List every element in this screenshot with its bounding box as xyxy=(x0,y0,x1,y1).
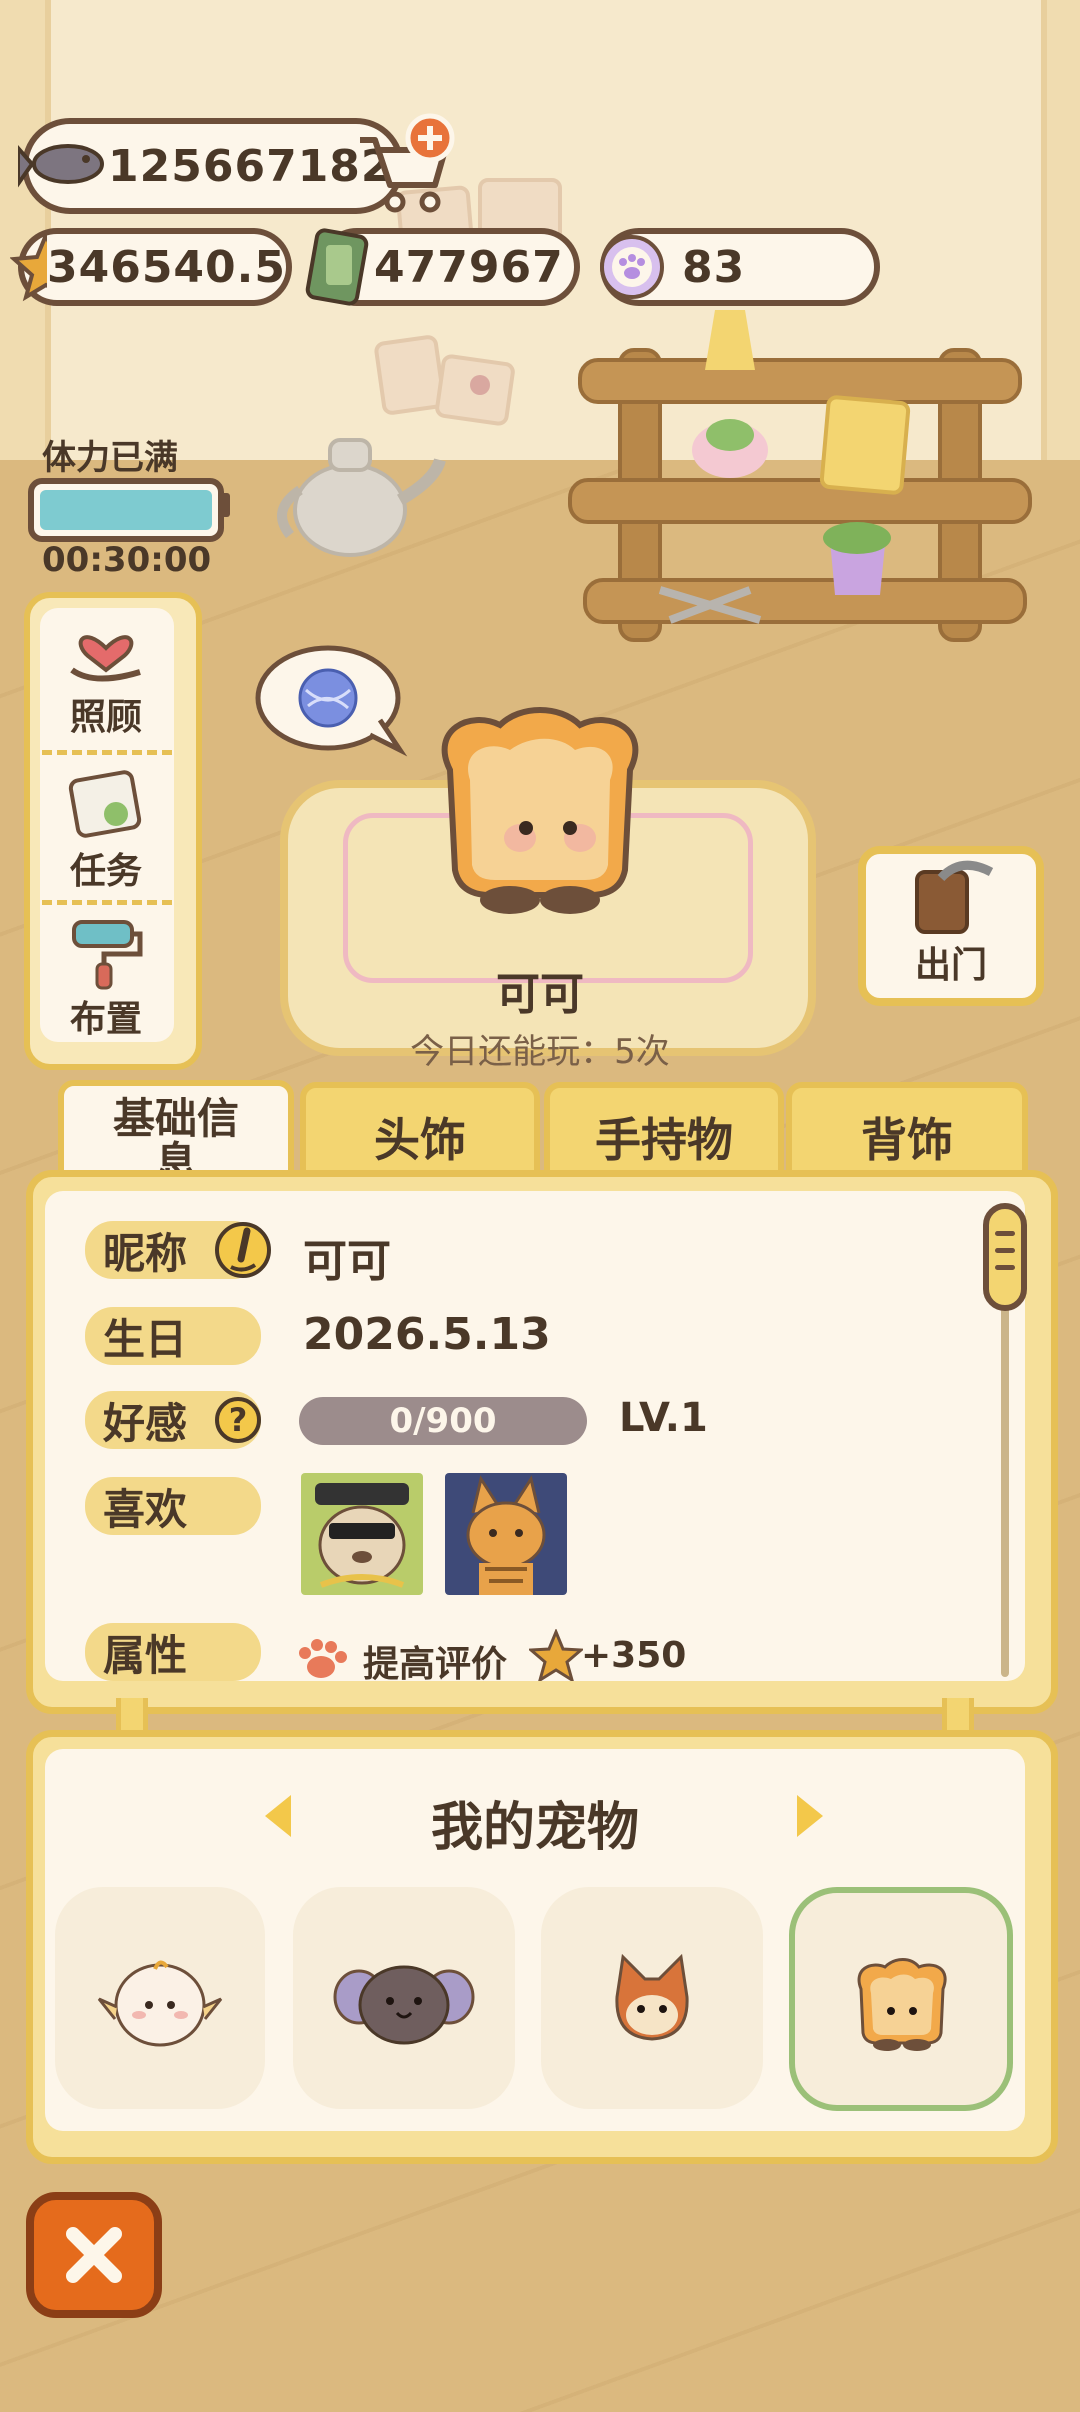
info-panel: 昵称 可可 生日 2026.5.13 好感 ? 0/900 LV.1 喜欢 属性… xyxy=(26,1170,1058,1714)
attribute-text: 提高评价 xyxy=(363,1644,508,1681)
shop-cart-button[interactable] xyxy=(350,110,460,220)
close-button[interactable] xyxy=(26,2192,162,2318)
plays-remaining: 今日还能玩：5次 xyxy=(410,1032,670,1072)
info-scrollbar[interactable] xyxy=(1001,1297,1009,1677)
my-pets-panel-inner: 我的宠物 xyxy=(45,1749,1025,2131)
likes-label: 喜欢 xyxy=(85,1477,261,1535)
affection-value: 0/900 xyxy=(389,1401,497,1441)
menu-divider xyxy=(42,900,172,905)
toast-pet-sprite[interactable] xyxy=(420,700,660,930)
next-arrow-icon[interactable] xyxy=(789,1791,829,1841)
liked-item-cool-dog[interactable] xyxy=(301,1473,423,1595)
info-panel-inner: 昵称 可可 生日 2026.5.13 好感 ? 0/900 LV.1 喜欢 属性… xyxy=(45,1191,1025,1681)
star-icon xyxy=(10,231,47,302)
my-pets-title: 我的宠物 xyxy=(430,1798,639,1858)
star-icon xyxy=(529,1629,583,1681)
affection-level: LV.1 xyxy=(619,1395,708,1441)
tab-headwear-label: 头饰 xyxy=(374,1113,466,1167)
cash-currency-pill: 477967 xyxy=(305,228,580,306)
nickname-value: 可可 xyxy=(303,1236,391,1287)
go-out-button[interactable]: 出门 xyxy=(858,846,1044,1006)
pet-card-elephant[interactable] xyxy=(293,1887,515,2109)
close-icon xyxy=(66,2227,122,2283)
fox-pet-icon xyxy=(615,1953,689,2041)
stamina-battery xyxy=(28,478,224,542)
affection-help-icon[interactable]: ? xyxy=(215,1397,261,1443)
paw-token-amount: 83 xyxy=(682,241,746,293)
my-pets-panel: 我的宠物 xyxy=(26,1730,1058,2164)
paw-token-icon xyxy=(600,235,664,299)
edit-name-button[interactable] xyxy=(213,1219,273,1281)
pet-card-fox[interactable] xyxy=(541,1887,763,2109)
cash-bundle-icon xyxy=(305,228,369,306)
chick-pet-icon xyxy=(97,1960,223,2047)
fish-icon xyxy=(18,144,104,188)
liked-item-tiger-cat[interactable] xyxy=(445,1473,567,1595)
teapot-decoration xyxy=(277,438,446,557)
star-amount: 346540.5 xyxy=(46,241,286,293)
tab-handheld-label: 手持物 xyxy=(595,1113,733,1167)
yarn-ball-icon xyxy=(298,668,358,728)
care-button[interactable]: 照顾 xyxy=(36,612,176,740)
birthday-value: 2026.5.13 xyxy=(303,1309,551,1360)
affection-bar: 0/900 xyxy=(299,1397,587,1445)
battery-tip xyxy=(218,493,230,517)
tiger-cat-icon xyxy=(466,1475,546,1595)
heart-hand-icon xyxy=(70,635,141,682)
stamina-timer: 00:30:00 xyxy=(42,540,212,580)
pet-card-toast[interactable] xyxy=(789,1887,1013,2111)
paw-token-pill: 83 xyxy=(600,228,880,306)
star-currency-pill: 346540.5 xyxy=(10,228,292,306)
door-lock-icon xyxy=(915,860,994,934)
task-book-icon xyxy=(68,770,142,838)
go-out-label: 出门 xyxy=(914,945,987,986)
task-button[interactable]: 任务 xyxy=(36,766,176,894)
pet-card-chick[interactable] xyxy=(55,1887,265,2109)
task-label: 任务 xyxy=(69,851,142,892)
cool-dog-icon xyxy=(315,1483,409,1588)
toast-pet-icon xyxy=(857,1958,947,2051)
menu-divider xyxy=(42,750,172,755)
thought-bubble xyxy=(255,645,408,757)
attribute-label: 属性 xyxy=(85,1623,261,1681)
stamina-fill xyxy=(40,490,212,530)
elephant-pet-icon xyxy=(333,1965,475,2045)
birthday-label: 生日 xyxy=(85,1307,261,1365)
cash-amount: 477967 xyxy=(374,241,564,293)
stamina-status: 体力已满 xyxy=(42,438,178,478)
paw-icon xyxy=(299,1639,347,1678)
fish-currency-pill: 125667182 xyxy=(18,118,404,214)
info-scroll-thumb[interactable] xyxy=(983,1203,1027,1311)
wooden-shelf-decoration xyxy=(568,310,1032,642)
care-label: 照顾 xyxy=(69,697,142,738)
attribute-bonus: +350 xyxy=(581,1635,687,1676)
tab-backwear-label: 背饰 xyxy=(861,1113,953,1167)
